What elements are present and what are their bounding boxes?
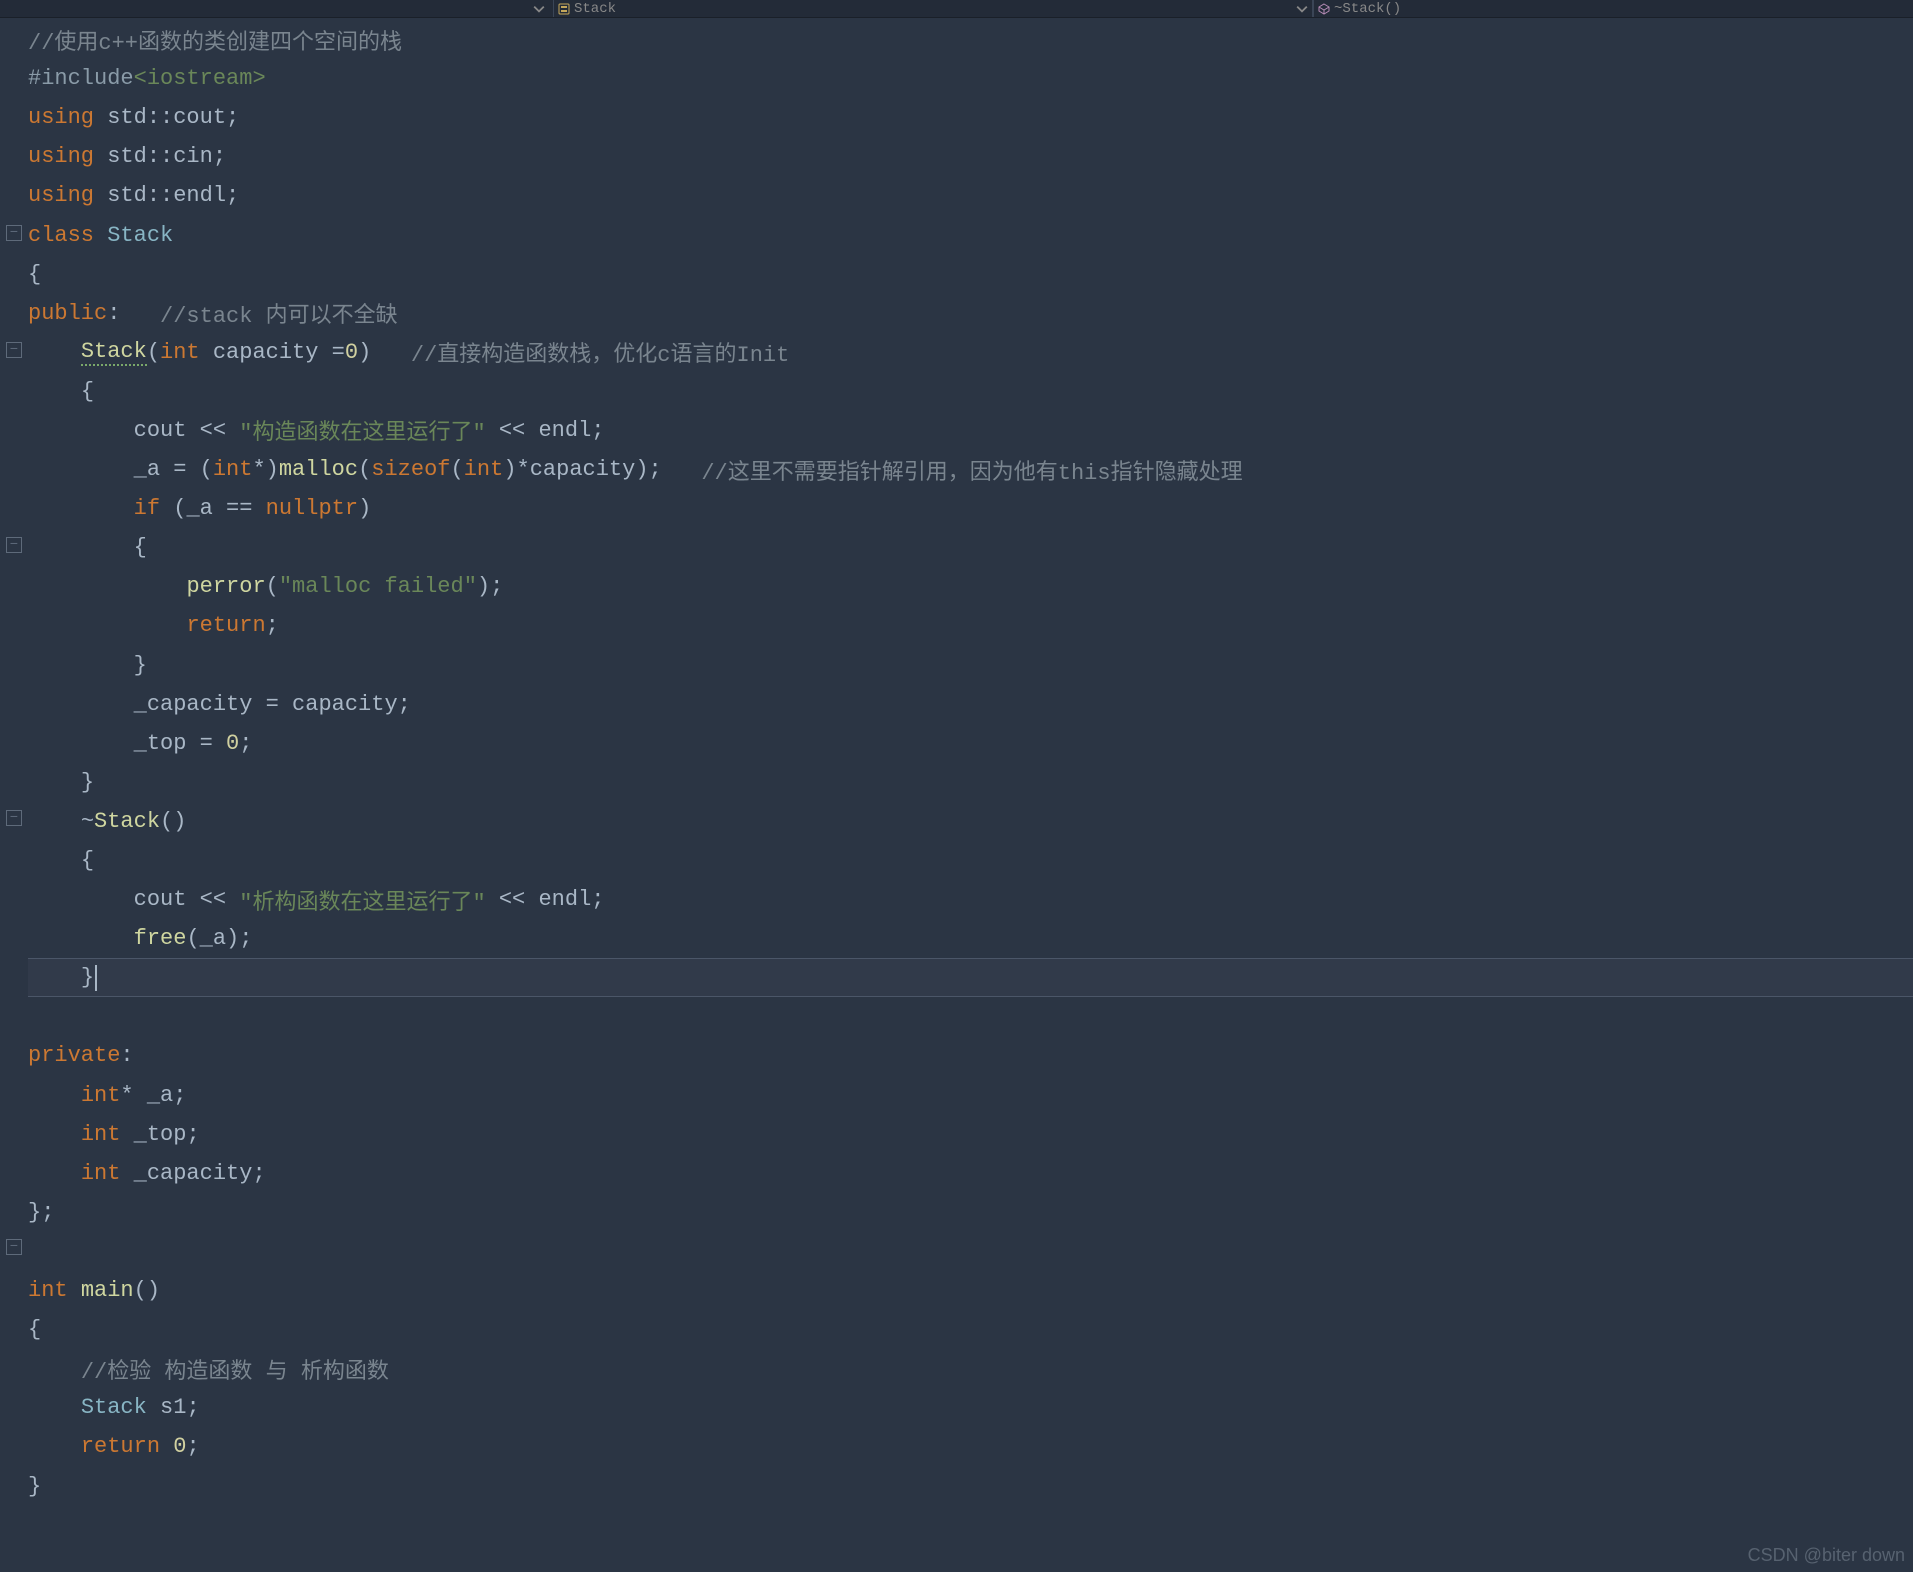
- watermark: CSDN @biter down: [1748, 1545, 1905, 1566]
- gutter-row[interactable]: [0, 759, 28, 798]
- gutter-row[interactable]: [0, 57, 28, 96]
- code-line[interactable]: }: [28, 958, 1913, 997]
- fold-minus-icon[interactable]: −: [6, 225, 22, 241]
- fold-minus-icon[interactable]: −: [6, 537, 22, 553]
- gutter-row[interactable]: [0, 1032, 28, 1071]
- code-line[interactable]: int* _a;: [28, 1076, 1913, 1115]
- code-line[interactable]: class Stack: [28, 215, 1913, 254]
- gutter-row[interactable]: [0, 564, 28, 603]
- fold-minus-icon[interactable]: −: [6, 342, 22, 358]
- gutter-row[interactable]: −: [0, 1227, 28, 1266]
- gutter-row[interactable]: [0, 1422, 28, 1461]
- gutter-row[interactable]: [0, 1266, 28, 1305]
- cube-icon: [1318, 3, 1330, 15]
- code-line[interactable]: using std::cout;: [28, 98, 1913, 137]
- gutter-row[interactable]: −: [0, 525, 28, 564]
- gutter-row[interactable]: [0, 993, 28, 1032]
- code-line[interactable]: int _capacity;: [28, 1154, 1913, 1193]
- fold-minus-icon[interactable]: −: [6, 1239, 22, 1255]
- gutter-row[interactable]: [0, 408, 28, 447]
- code-line[interactable]: _capacity = capacity;: [28, 685, 1913, 724]
- gutter-row[interactable]: [0, 135, 28, 174]
- gutter-row[interactable]: [0, 1344, 28, 1383]
- code-line[interactable]: free(_a);: [28, 919, 1913, 958]
- gutter-row[interactable]: [0, 876, 28, 915]
- gutter-row[interactable]: [0, 447, 28, 486]
- code-line[interactable]: #include<iostream>: [28, 59, 1913, 98]
- gutter-row[interactable]: [0, 954, 28, 993]
- gutter-row[interactable]: [0, 1110, 28, 1149]
- code-line[interactable]: private:: [28, 1036, 1913, 1075]
- code-line[interactable]: int _top;: [28, 1115, 1913, 1154]
- gutter-row[interactable]: −: [0, 330, 28, 369]
- gutter-row[interactable]: [0, 681, 28, 720]
- gutter-row[interactable]: [0, 720, 28, 759]
- gutter-row[interactable]: [0, 369, 28, 408]
- gutter-row[interactable]: [0, 1305, 28, 1344]
- code-line[interactable]: {: [28, 255, 1913, 294]
- code-line[interactable]: //检验 构造函数 与 析构函数: [28, 1349, 1913, 1388]
- gutter-row[interactable]: [0, 174, 28, 213]
- gutter-row[interactable]: [0, 18, 28, 57]
- code-line[interactable]: }: [28, 1466, 1913, 1505]
- code-line[interactable]: //使用c++函数的类创建四个空间的栈: [28, 20, 1913, 59]
- code-line[interactable]: if (_a == nullptr): [28, 489, 1913, 528]
- gutter-row[interactable]: [0, 96, 28, 135]
- code-line[interactable]: {: [28, 1310, 1913, 1349]
- gutter-row[interactable]: [0, 642, 28, 681]
- code-line[interactable]: {: [28, 372, 1913, 411]
- code-line[interactable]: perror("malloc failed");: [28, 567, 1913, 606]
- code-line[interactable]: return;: [28, 606, 1913, 645]
- gutter-row[interactable]: [0, 486, 28, 525]
- member-label: ~Stack(): [1334, 1, 1401, 17]
- code-line[interactable]: cout << "析构函数在这里运行了" << endl;: [28, 880, 1913, 919]
- gutter-row[interactable]: −: [0, 213, 28, 252]
- gutter-row[interactable]: [0, 1383, 28, 1422]
- gutter-row[interactable]: [0, 915, 28, 954]
- code-line[interactable]: using std::endl;: [28, 176, 1913, 215]
- gutter-row[interactable]: [0, 252, 28, 291]
- struct-icon: [558, 3, 570, 15]
- breadcrumb-bar: Stack ~Stack(): [0, 0, 1913, 18]
- code-line[interactable]: };: [28, 1193, 1913, 1232]
- code-line[interactable]: [28, 1232, 1913, 1271]
- scope-dropdown-member[interactable]: ~Stack(): [1313, 0, 1913, 17]
- gutter-row[interactable]: [0, 1071, 28, 1110]
- fold-gutter[interactable]: − − − − −: [0, 18, 28, 1572]
- code-line[interactable]: return 0;: [28, 1427, 1913, 1466]
- text-cursor: [95, 965, 97, 991]
- code-line[interactable]: ~Stack(): [28, 802, 1913, 841]
- gutter-row[interactable]: [0, 837, 28, 876]
- code-line[interactable]: [28, 997, 1913, 1036]
- gutter-row[interactable]: [0, 1188, 28, 1227]
- gutter-row[interactable]: −: [0, 798, 28, 837]
- code-line[interactable]: }: [28, 763, 1913, 802]
- code-line[interactable]: {: [28, 528, 1913, 567]
- code-line[interactable]: {: [28, 841, 1913, 880]
- code-line[interactable]: Stack(int capacity =0) //直接构造函数栈，优化c语言的I…: [28, 333, 1913, 372]
- chevron-down-icon: [1296, 3, 1308, 15]
- gutter-row[interactable]: [0, 1149, 28, 1188]
- code-line[interactable]: cout << "构造函数在这里运行了" << endl;: [28, 411, 1913, 450]
- gutter-row[interactable]: [0, 603, 28, 642]
- code-line[interactable]: _top = 0;: [28, 724, 1913, 763]
- gutter-row[interactable]: [0, 291, 28, 330]
- chevron-down-icon: [533, 3, 545, 15]
- code-editor[interactable]: //使用c++函数的类创建四个空间的栈#include<iostream>usi…: [28, 18, 1913, 1572]
- code-line[interactable]: using std::cin;: [28, 137, 1913, 176]
- code-line[interactable]: _a = (int*)malloc(sizeof(int)*capacity);…: [28, 450, 1913, 489]
- code-line[interactable]: public: //stack 内可以不全缺: [28, 294, 1913, 333]
- code-line[interactable]: }: [28, 646, 1913, 685]
- code-line[interactable]: Stack s1;: [28, 1388, 1913, 1427]
- scope-dropdown-class[interactable]: Stack: [553, 0, 1313, 17]
- class-label: Stack: [574, 1, 616, 17]
- fold-minus-icon[interactable]: −: [6, 810, 22, 826]
- scope-dropdown-left[interactable]: [0, 0, 553, 17]
- code-line[interactable]: int main(): [28, 1271, 1913, 1310]
